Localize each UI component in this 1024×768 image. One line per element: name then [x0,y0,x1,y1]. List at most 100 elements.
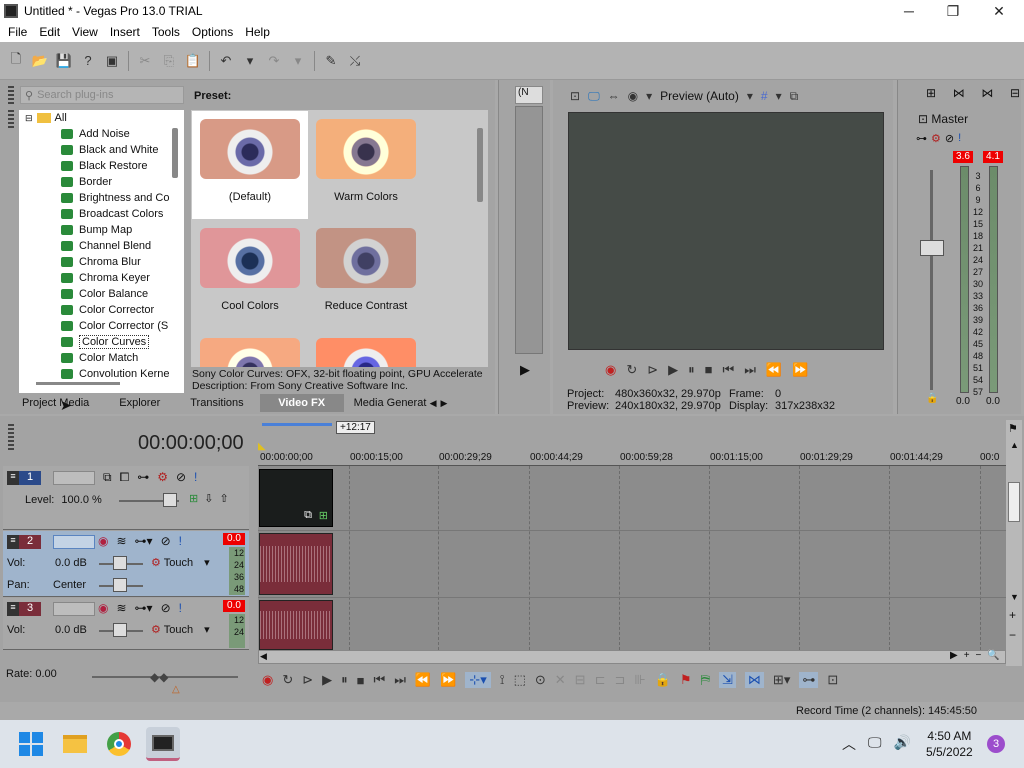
plugin-item[interactable]: Color Corrector (S [19,318,184,334]
preview-screen[interactable] [568,112,884,350]
external-monitor-icon[interactable]: 🖵 [588,89,600,104]
vscroll-thumb[interactable] [1008,482,1020,522]
timeline-grip[interactable] [8,424,14,450]
redo-icon[interactable]: ↷ [264,51,284,71]
plugin-item[interactable]: Black Restore [19,158,184,174]
preset-warm-colors[interactable]: Warm Colors [308,111,424,219]
plugin-item[interactable]: Color Corrector [19,302,184,318]
save-icon[interactable]: 💾 [54,51,74,71]
preview-record-icon[interactable]: ◉ [628,89,638,103]
plugin-item[interactable]: Border [19,174,184,190]
solo-icon[interactable]: ! [179,534,182,548]
zoom-tool-icon[interactable]: 🔍 [987,650,999,661]
audio-clip-track3[interactable] [259,600,333,650]
properties-icon[interactable]: ✎ [321,51,341,71]
audio-track-2-header[interactable]: ≡ 2 ◉ ≋ ⊶▾ ⊘ ! 0.0 12 24 36 48 Vol: 0.0 … [3,531,249,597]
scroll-left-icon[interactable]: ◀ [260,651,267,662]
automation-mode[interactable]: ⚙ Touch ▾ [151,556,210,569]
auto-crossfades-icon[interactable]: ⋈ [744,672,764,688]
menu-help[interactable]: Help [239,25,276,39]
track-name-field[interactable] [53,535,95,549]
pause-icon[interactable]: ⏸ [688,362,695,378]
zoom-out-time-icon[interactable]: − [976,650,982,661]
track-fx-icon[interactable]: ⚙ [157,470,168,485]
go-to-end-icon[interactable]: ⏭ [394,672,406,688]
play-from-start-icon[interactable]: ⊳ [647,362,658,378]
next-frame-icon[interactable]: ⏩ [440,672,456,688]
preset-cool-colors[interactable]: Cool Colors [192,220,308,328]
plugin-item[interactable]: Convolution Kerne [19,366,184,382]
undo-icon[interactable]: ↶ [216,51,236,71]
time-ruler[interactable]: 00:00:00;00 00:00:15;00 00:00:29;29 00:00:4… [258,452,1006,466]
record-icon[interactable]: ◉ [262,672,273,688]
play-icon[interactable]: ▶ [668,362,678,378]
menu-file[interactable]: File [2,25,33,39]
menu-options[interactable]: Options [186,25,239,39]
mute-icon[interactable]: ⊘ [161,601,171,615]
plugin-item[interactable]: Broadcast Colors [19,206,184,222]
delete-icon[interactable]: ✕ [555,672,566,688]
ignore-grouping-icon[interactable]: ⊡ [827,672,838,688]
overlays-grid-icon[interactable]: # [761,89,768,103]
vegas-app-icon[interactable] [4,4,18,18]
preview-properties-icon[interactable]: ⊡ [570,89,580,103]
timeline-hscrollbar[interactable] [258,650,1006,664]
play-icon[interactable]: ▶ [322,672,332,688]
timecode-display[interactable]: 00:00:00;00 [138,432,244,455]
split-icon[interactable]: ⊪ [634,672,645,688]
scroll-right-icon[interactable]: ▶ [950,650,958,661]
plugin-item[interactable]: Channel Blend [19,238,184,254]
preview-dropdown-icon[interactable]: ▾ [646,89,652,103]
search-plugins-field[interactable]: ⚲ Search plug-ins [20,86,184,104]
video-clip[interactable]: ⧉ ⊞ [259,469,333,527]
zoom-in-track-icon[interactable]: + [1009,608,1016,622]
preset-partial[interactable] [308,330,424,367]
file-explorer-icon[interactable] [58,727,92,761]
track-expand-icon[interactable]: ≡ [7,535,19,549]
menu-insert[interactable]: Insert [104,25,146,39]
minimize-button[interactable]: ─ [886,0,932,22]
track-expand-icon[interactable]: ≡ [7,602,19,616]
previous-frame-icon[interactable]: ⏪ [415,672,431,688]
tab-media-generators[interactable]: Media Generat [344,394,430,412]
lock-icon[interactable]: 🔒 [926,393,938,404]
show-hidden-icons-icon[interactable]: ︿ [842,734,856,754]
lock-envelopes-icon[interactable]: ⊶ [799,672,819,688]
pause-icon[interactable]: ⏸ [341,672,348,688]
trim-icon[interactable]: ⊟ [575,672,586,688]
preset-scrollbar-thumb[interactable] [477,128,483,202]
preset-reduce-contrast[interactable]: Reduce Contrast [308,220,424,328]
plugin-hscrollbar[interactable] [36,382,120,385]
whats-this-help-icon[interactable]: ⤯ [345,51,365,71]
plugin-item[interactable]: Color Balance [19,286,184,302]
trim-start-icon[interactable]: ⊏ [595,672,606,688]
plugin-tree[interactable]: ⊟ All Add Noise Black and White Black Rest… [19,110,184,393]
paste-icon[interactable]: 📋 [183,51,203,71]
mixer-window-icon[interactable]: ⊟ [1010,86,1020,100]
insert-region-icon[interactable]: ⛿ [701,672,710,688]
mixer-properties-icon[interactable]: ⊞ [926,86,936,100]
plugin-item[interactable]: Add Noise [19,126,184,142]
downmix-icon[interactable]: ⋈ [953,86,965,100]
next-frame-icon[interactable]: ⏩ [792,362,808,378]
audio-track-3-header[interactable]: ≡ 3 ◉ ≋ ⊶▾ ⊘ ! 0.0 12 24 Vol: 0.0 dB ⚙ T… [3,598,249,650]
open-folder-icon[interactable]: 📂 [30,51,50,71]
enable-snapping-icon[interactable]: ⇲ [719,672,736,688]
network-icon[interactable]: 🖵 [868,734,882,754]
auto-ripple-icon[interactable]: ⊞▾ [773,672,790,688]
menu-tools[interactable]: Tools [146,25,186,39]
render-as-icon[interactable]: ▣ [102,51,122,71]
previous-frame-icon[interactable]: ⏪ [766,362,782,378]
video-track-header[interactable]: ≡ 1 ⧉ ⧠ ⊶ ⚙ ⊘ ! Level: 100.0 % ⊞ ⇩ ⇧ [3,466,249,530]
preview-quality-dropdown[interactable]: Preview (Auto) [660,89,739,103]
timeline-track-area[interactable]: ⧉ ⊞ [258,466,1006,650]
track-envelope-icon[interactable]: ≋ [116,534,126,548]
info-icon[interactable]: ! [958,132,961,145]
chrome-icon[interactable] [102,727,136,761]
level-slider-thumb[interactable] [163,493,177,507]
plugin-item[interactable]: Black and White [19,142,184,158]
child-overlay-icon[interactable]: ⇧ [219,492,228,505]
scroll-down-icon[interactable]: ▼ [1010,592,1019,602]
trimmer-dropdown[interactable]: (N [515,86,543,104]
tab-transitions[interactable]: Transitions [180,394,253,412]
